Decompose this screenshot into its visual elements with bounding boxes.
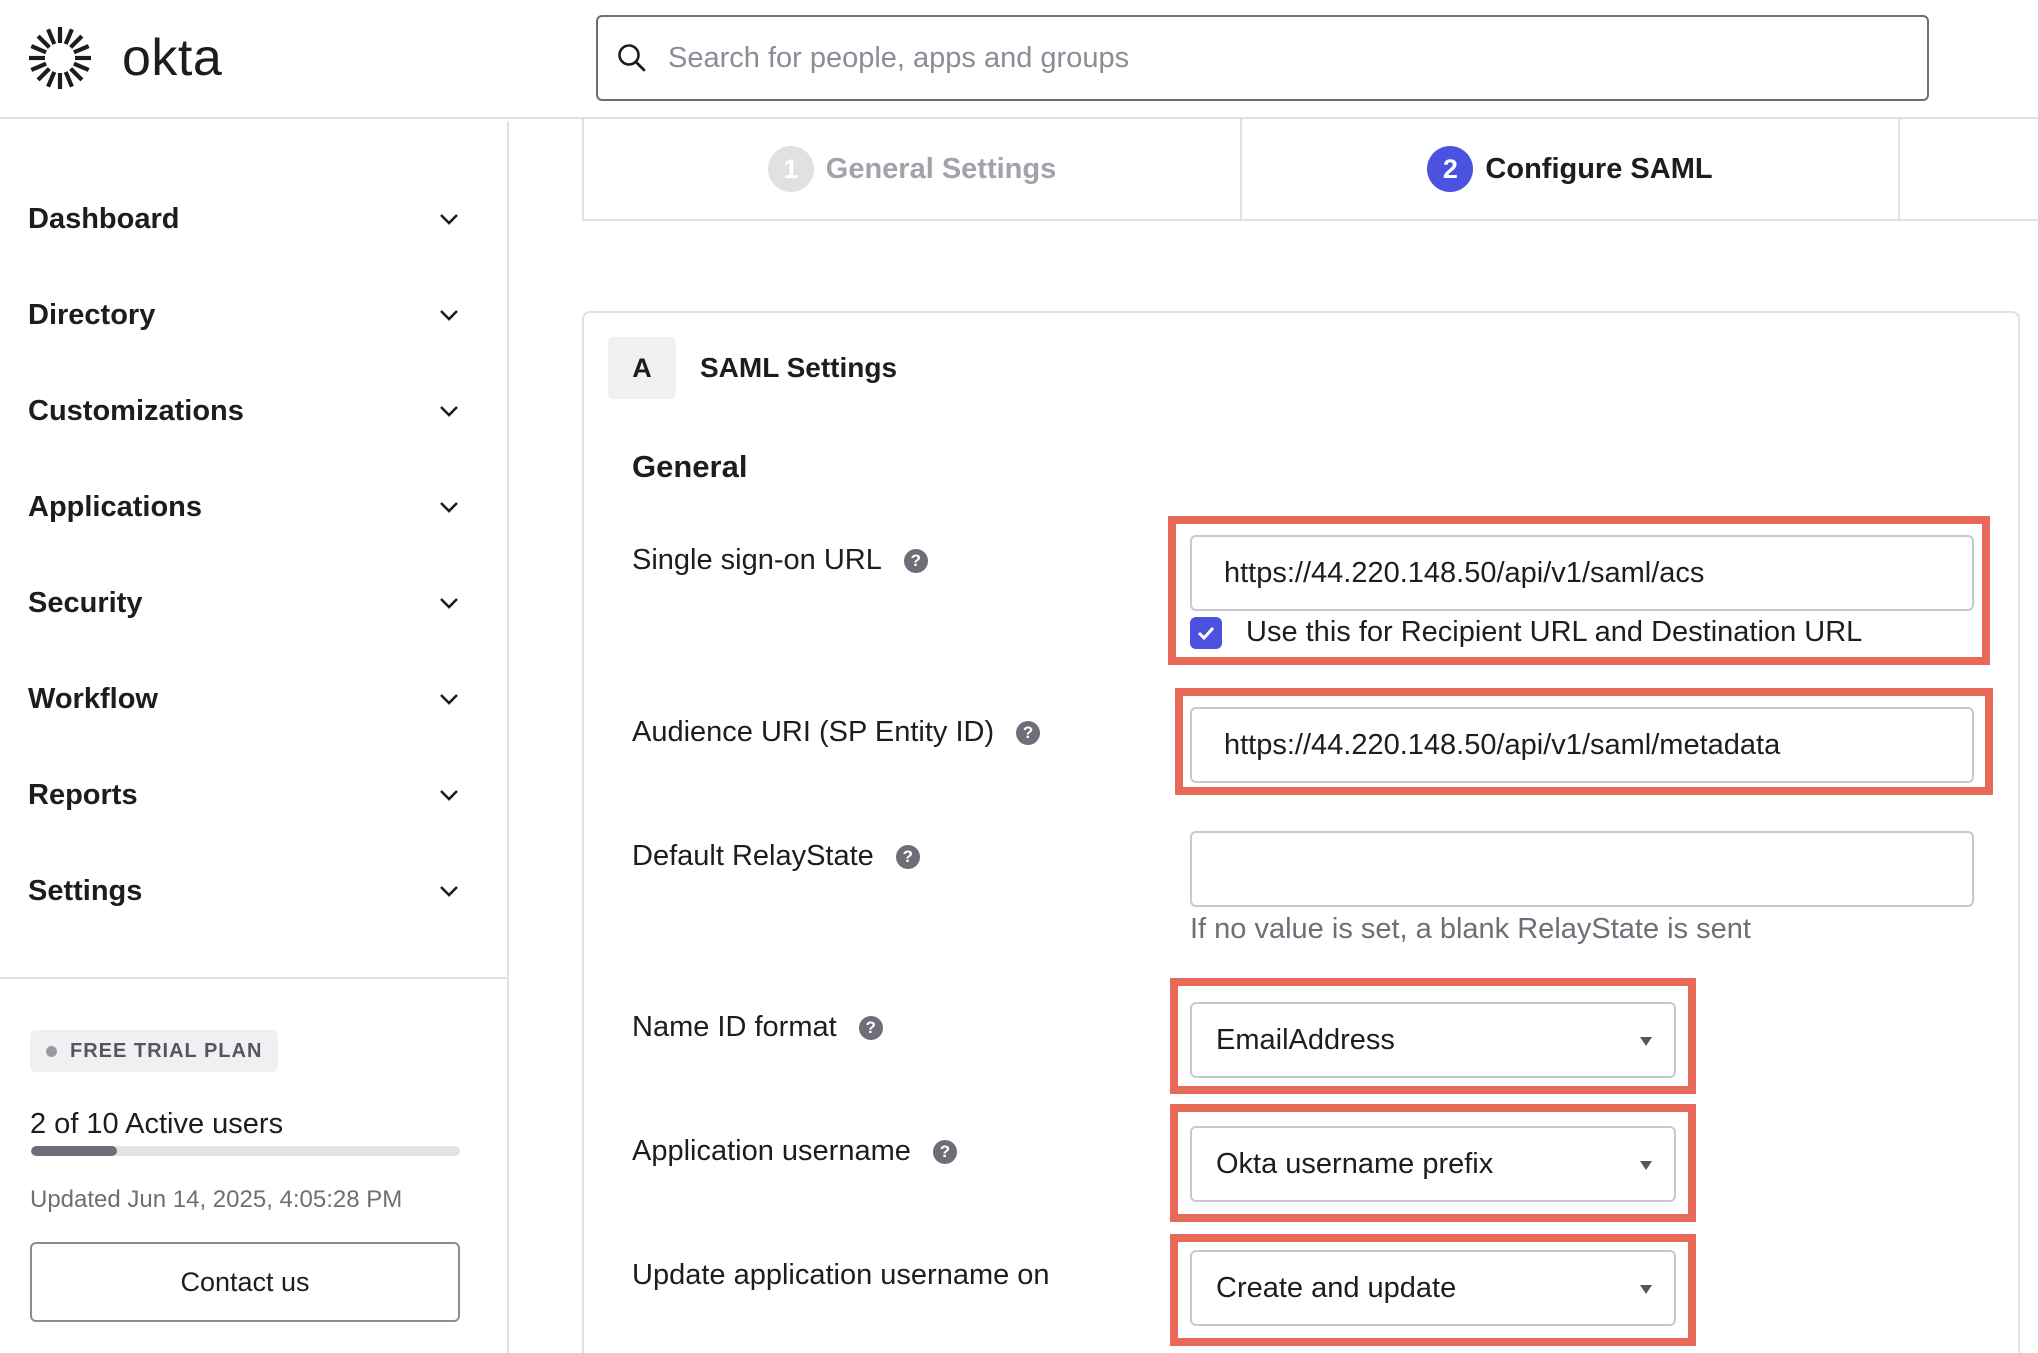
updated-timestamp: Updated Jun 14, 2025, 4:05:28 PM: [30, 1186, 403, 1213]
name-id-format-label: Name ID format ?: [632, 1011, 883, 1044]
help-icon[interactable]: ?: [895, 844, 920, 869]
select-value: EmailAddress: [1216, 1023, 1395, 1056]
relay-state-hint: If no value is set, a blank RelayState i…: [1190, 913, 1751, 945]
sidebar-item-label: Security: [28, 586, 143, 619]
sidebar-item-dashboard[interactable]: Dashboard: [0, 179, 507, 259]
step-label: Configure SAML: [1485, 152, 1713, 185]
sidebar-item-label: Directory: [28, 298, 156, 331]
chevron-down-icon: [440, 310, 458, 321]
sidebar-item-label: Applications: [28, 490, 203, 523]
field-label-text: Audience URI (SP Entity ID): [632, 716, 995, 748]
step-number: 2: [1427, 146, 1474, 192]
sidebar-divider: [0, 977, 507, 979]
step-number: 1: [767, 146, 814, 192]
dropdown-arrow-icon: [1640, 1285, 1652, 1294]
okta-sunburst-icon: [29, 27, 91, 89]
relay-state-label: Default RelayState ?: [632, 840, 920, 873]
checkbox-label: Use this for Recipient URL and Destinati…: [1246, 616, 1863, 648]
recipient-url-checkbox[interactable]: [1190, 616, 1222, 649]
sidebar-item-label: Workflow: [28, 682, 158, 715]
help-icon[interactable]: ?: [932, 1139, 957, 1164]
app-username-select[interactable]: Okta username prefix: [1190, 1126, 1676, 1202]
select-value: Create and update: [1216, 1271, 1457, 1304]
name-id-format-select[interactable]: EmailAddress: [1190, 1002, 1676, 1078]
active-users-count: 2 of 10 Active users: [30, 1108, 284, 1140]
update-username-label: Update application username on: [632, 1259, 1050, 1292]
chevron-down-icon: [440, 886, 458, 897]
status-dot-icon: [46, 1046, 57, 1057]
field-label-text: Default RelayState: [632, 840, 874, 872]
chevron-down-icon: [440, 790, 458, 801]
wizard-steps: 1 General Settings 2 Configure SAML: [582, 119, 2038, 221]
sidebar-item-workflow[interactable]: Workflow: [0, 659, 507, 739]
chevron-down-icon: [440, 406, 458, 417]
update-username-select[interactable]: Create and update: [1190, 1250, 1676, 1326]
search-input[interactable]: [668, 41, 1868, 75]
help-icon[interactable]: ?: [903, 548, 928, 573]
help-icon[interactable]: ?: [1016, 720, 1041, 745]
audience-uri-label: Audience URI (SP Entity ID) ?: [632, 716, 1041, 749]
recipient-url-checkbox-row[interactable]: Use this for Recipient URL and Destinati…: [1190, 616, 1862, 649]
section-title: General: [632, 449, 748, 484]
plan-badge: FREE TRIAL PLAN: [30, 1030, 279, 1072]
active-users-progress-fill: [31, 1146, 117, 1156]
field-label-text: Update application username on: [632, 1259, 1050, 1291]
chevron-down-icon: [440, 694, 458, 705]
field-label-text: Application username: [632, 1135, 911, 1167]
step-general-settings[interactable]: 1 General Settings: [584, 119, 1242, 219]
step-label: General Settings: [825, 152, 1057, 185]
sso-url-input[interactable]: [1190, 535, 1974, 611]
dropdown-arrow-icon: [1640, 1161, 1652, 1170]
sidebar: Dashboard Directory Customizations Appli…: [0, 121, 509, 1353]
field-label-text: Name ID format: [632, 1011, 837, 1043]
audience-uri-input[interactable]: [1190, 707, 1974, 783]
chevron-down-icon: [440, 502, 458, 513]
relay-state-input[interactable]: [1190, 831, 1974, 907]
saml-settings-card: A SAML Settings General Single sign-on U…: [582, 311, 2020, 1353]
plan-badge-label: FREE TRIAL PLAN: [70, 1039, 263, 1062]
active-users-progress-bar: [31, 1146, 460, 1156]
sidebar-item-label: Dashboard: [28, 202, 180, 235]
chevron-down-icon: [440, 214, 458, 225]
sidebar-item-reports[interactable]: Reports: [0, 755, 507, 835]
sidebar-item-label: Settings: [28, 874, 143, 907]
sidebar-item-directory[interactable]: Directory: [0, 275, 507, 355]
sidebar-item-settings[interactable]: Settings: [0, 851, 507, 931]
dropdown-arrow-icon: [1640, 1037, 1652, 1046]
sso-url-label: Single sign-on URL ?: [632, 544, 928, 577]
help-icon[interactable]: ?: [858, 1015, 883, 1040]
sidebar-item-label: Reports: [28, 778, 138, 811]
sidebar-item-applications[interactable]: Applications: [0, 467, 507, 547]
select-value: Okta username prefix: [1216, 1147, 1494, 1180]
field-label-text: Single sign-on URL: [632, 544, 882, 576]
contact-us-button[interactable]: Contact us: [30, 1242, 460, 1322]
sidebar-item-customizations[interactable]: Customizations: [0, 371, 507, 451]
chevron-down-icon: [440, 598, 458, 609]
sidebar-item-label: Customizations: [28, 394, 244, 427]
okta-logo[interactable]: okta: [26, 24, 222, 92]
top-header: okta: [0, 0, 2038, 119]
sidebar-item-security[interactable]: Security: [0, 563, 507, 643]
card-title: SAML Settings: [700, 352, 898, 383]
step-configure-saml[interactable]: 2 Configure SAML: [1242, 119, 1900, 219]
section-badge: A: [608, 337, 676, 399]
app-username-label: Application username ?: [632, 1135, 957, 1168]
search-icon: [618, 44, 646, 72]
okta-wordmark: okta: [122, 29, 223, 87]
checkmark-icon: [1197, 626, 1215, 640]
global-search[interactable]: [596, 15, 1929, 101]
